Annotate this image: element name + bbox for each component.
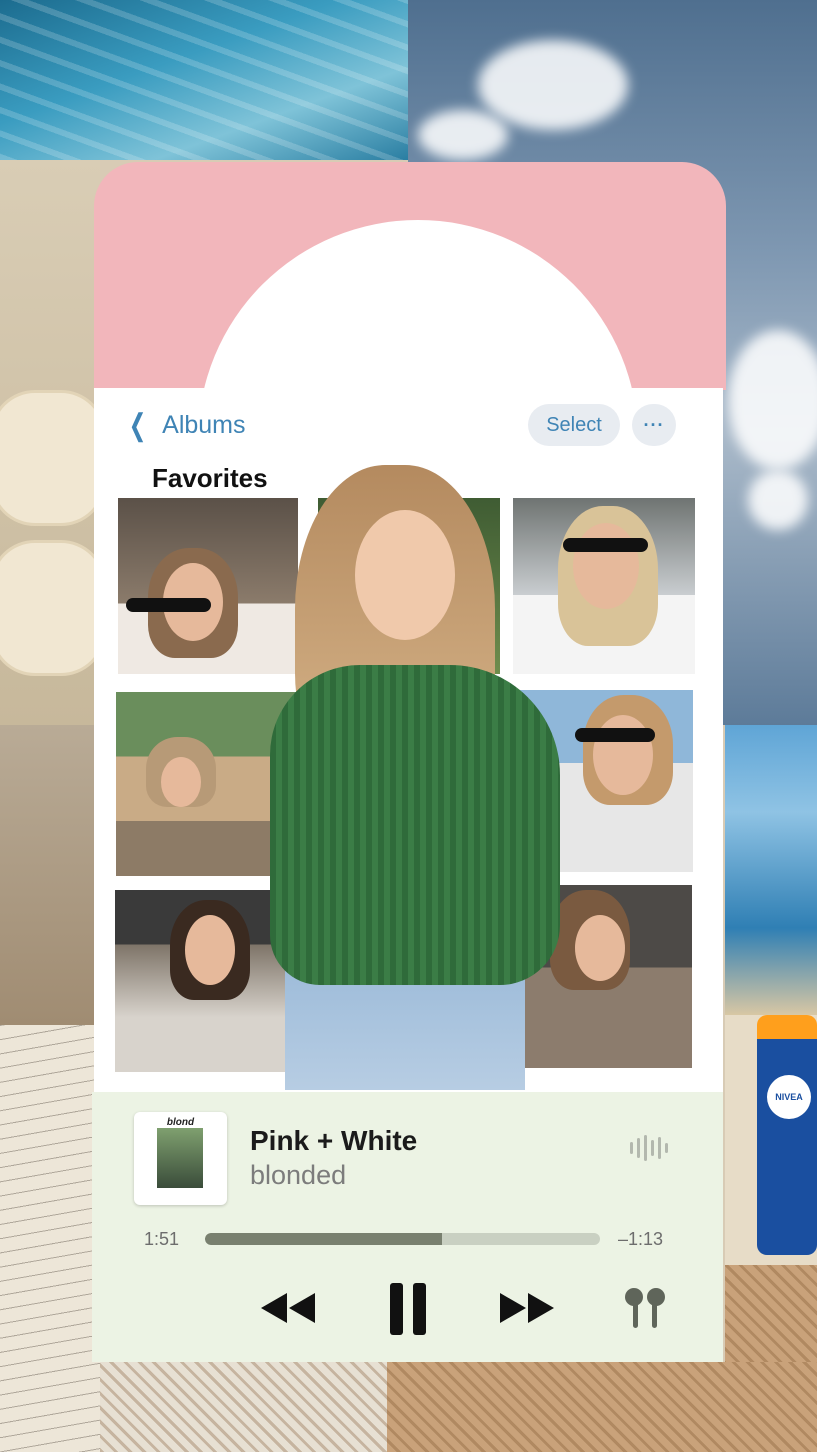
fast-forward-icon[interactable] <box>497 1288 557 1328</box>
elapsed-time: 1:51 <box>144 1229 180 1249</box>
bg-sandals-photo <box>0 160 100 725</box>
arch-cutout <box>198 220 638 390</box>
album-cover-word: blond <box>166 1117 195 1128</box>
airpods-icon[interactable] <box>620 1284 670 1332</box>
bg-sunscreen-photo: NIVEA <box>725 1015 817 1265</box>
girl-sticker <box>265 465 565 1090</box>
bg-pool-photo <box>0 0 408 160</box>
bg-sea-photo <box>725 725 817 1015</box>
bg-book-photo <box>0 1025 100 1452</box>
bg-rattan-photo <box>725 1265 817 1365</box>
rewind-icon[interactable] <box>258 1288 318 1328</box>
album-cover[interactable]: blond <box>134 1112 227 1205</box>
song-title: Pink + White <box>250 1125 418 1156</box>
remaining-time: –1:13 <box>618 1229 664 1249</box>
phone-header-arch <box>94 162 726 390</box>
select-button[interactable]: Select <box>528 404 620 446</box>
album-title: Favorites <box>152 463 268 493</box>
bg-bottom-photo <box>100 1362 817 1452</box>
progress-fill <box>205 1233 442 1245</box>
more-icon[interactable]: ··· <box>632 404 676 446</box>
chevron-left-icon: ❮ <box>128 408 147 442</box>
waveform-icon <box>630 1134 668 1162</box>
song-artist: blonded <box>250 1160 347 1190</box>
bg-knit-photo <box>0 725 100 1025</box>
back-label: Albums <box>162 410 246 439</box>
progress-scrubber[interactable] <box>205 1233 600 1245</box>
back-button[interactable]: ❮ Albums <box>125 405 246 445</box>
pause-icon[interactable] <box>386 1282 430 1336</box>
